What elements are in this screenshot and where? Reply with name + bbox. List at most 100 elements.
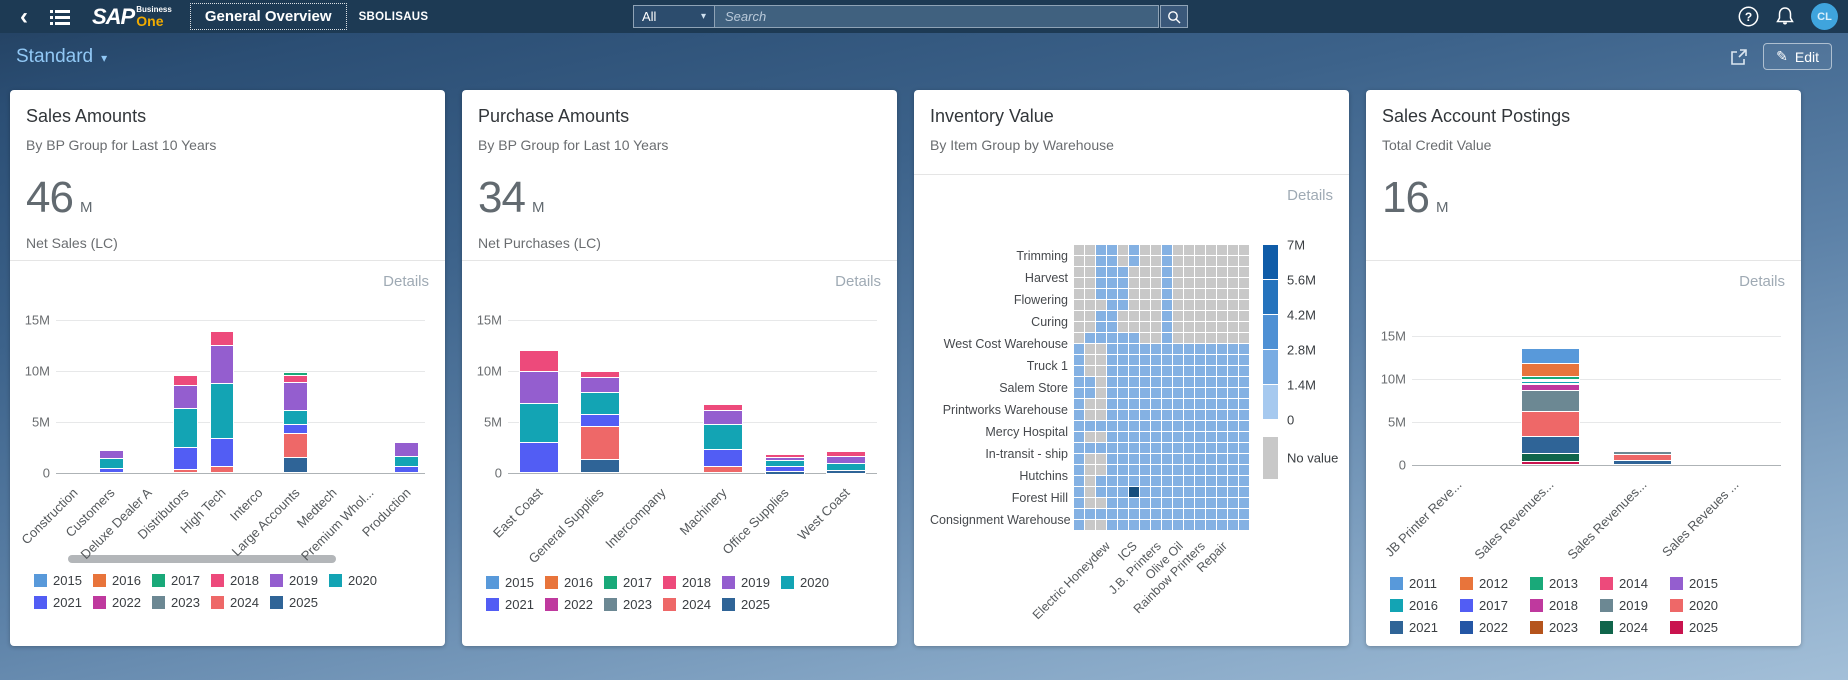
heatmap-cell[interactable] (1206, 520, 1216, 530)
legend-item[interactable]: 2012 (1460, 576, 1530, 591)
heatmap-cell[interactable] (1074, 443, 1084, 453)
heatmap-cell[interactable] (1162, 322, 1172, 332)
heatmap-cell[interactable] (1151, 344, 1161, 354)
heatmap-cell[interactable] (1173, 333, 1183, 343)
heatmap-cell[interactable] (1206, 289, 1216, 299)
heatmap-cell[interactable] (1217, 432, 1227, 442)
heatmap-cell[interactable] (1129, 311, 1139, 321)
legend-item[interactable]: 2024 (1600, 620, 1670, 635)
bar-segment[interactable] (284, 374, 307, 382)
heatmap-cell[interactable] (1239, 443, 1249, 453)
heatmap-cell[interactable] (1151, 366, 1161, 376)
heatmap-cell[interactable] (1239, 333, 1249, 343)
heatmap-cell[interactable] (1085, 498, 1095, 508)
heatmap-cell[interactable] (1195, 245, 1205, 255)
heatmap-cell[interactable] (1118, 311, 1128, 321)
heatmap-cell[interactable] (1107, 311, 1117, 321)
bar-segment[interactable] (581, 393, 619, 414)
heatmap-cell[interactable] (1173, 278, 1183, 288)
heatmap-cell[interactable] (1173, 454, 1183, 464)
heatmap-cell[interactable] (1173, 267, 1183, 277)
heatmap-cell[interactable] (1118, 278, 1128, 288)
heatmap-cell[interactable] (1195, 432, 1205, 442)
heatmap-cell[interactable] (1129, 421, 1139, 431)
heatmap-cell[interactable] (1173, 366, 1183, 376)
heatmap-cell[interactable] (1206, 465, 1216, 475)
heatmap-cell[interactable] (1140, 311, 1150, 321)
heatmap-cell[interactable] (1184, 300, 1194, 310)
heatmap-cell[interactable] (1206, 245, 1216, 255)
bar-segment[interactable] (211, 332, 234, 344)
heatmap-cell[interactable] (1195, 520, 1205, 530)
bar-segment[interactable] (100, 459, 123, 468)
bar-segment[interactable] (520, 351, 558, 371)
heatmap-cell[interactable] (1129, 256, 1139, 266)
heatmap-cell[interactable] (1184, 388, 1194, 398)
heatmap-cell[interactable] (1085, 311, 1095, 321)
heatmap-cell[interactable] (1096, 366, 1106, 376)
heatmap-cell[interactable] (1129, 520, 1139, 530)
legend-item[interactable]: 2025 (270, 595, 329, 610)
heatmap-cell[interactable] (1228, 421, 1238, 431)
bar-segment[interactable] (827, 452, 865, 456)
heatmap-cell[interactable] (1118, 355, 1128, 365)
heatmap-cell[interactable] (1085, 421, 1095, 431)
heatmap-cell[interactable] (1239, 300, 1249, 310)
heatmap-cell[interactable] (1195, 487, 1205, 497)
search-input[interactable] (715, 9, 1158, 24)
heatmap-cell[interactable] (1107, 410, 1117, 420)
heatmap-cell[interactable] (1206, 421, 1216, 431)
bar-segment[interactable] (581, 378, 619, 391)
heatmap-cell[interactable] (1074, 289, 1084, 299)
legend-item[interactable]: 2017 (1460, 598, 1530, 613)
heatmap-cell[interactable] (1096, 421, 1106, 431)
heatmap-cell[interactable] (1184, 245, 1194, 255)
heatmap-cell[interactable] (1129, 465, 1139, 475)
heatmap-cell[interactable] (1162, 421, 1172, 431)
heatmap-cell[interactable] (1140, 344, 1150, 354)
heatmap-cell[interactable] (1129, 487, 1139, 497)
heatmap-cell[interactable] (1217, 421, 1227, 431)
legend-item[interactable]: 2017 (152, 573, 211, 588)
legend-item[interactable]: 2023 (152, 595, 211, 610)
heatmap-cell[interactable] (1228, 443, 1238, 453)
heatmap-cell[interactable] (1173, 311, 1183, 321)
heatmap-cell[interactable] (1151, 487, 1161, 497)
heatmap-cell[interactable] (1228, 465, 1238, 475)
heatmap-cell[interactable] (1140, 388, 1150, 398)
heatmap-cell[interactable] (1129, 245, 1139, 255)
heatmap-cell[interactable] (1140, 476, 1150, 486)
heatmap-cell[interactable] (1085, 289, 1095, 299)
heatmap-cell[interactable] (1085, 245, 1095, 255)
legend-item[interactable]: 2019 (722, 575, 781, 590)
heatmap-cell[interactable] (1118, 465, 1128, 475)
heatmap-cell[interactable] (1239, 245, 1249, 255)
bar-segment[interactable] (1614, 452, 1671, 454)
heatmap-cell[interactable] (1096, 278, 1106, 288)
heatmap-cell[interactable] (1228, 256, 1238, 266)
legend-item[interactable]: 2022 (93, 595, 152, 610)
heatmap-cell[interactable] (1228, 289, 1238, 299)
heatmap-cell[interactable] (1184, 410, 1194, 420)
heatmap-cell[interactable] (1239, 322, 1249, 332)
heatmap-cell[interactable] (1217, 388, 1227, 398)
heatmap-cell[interactable] (1096, 520, 1106, 530)
bar-segment[interactable] (581, 427, 619, 459)
heatmap-cell[interactable] (1217, 256, 1227, 266)
edit-button[interactable]: ✎ Edit (1763, 43, 1832, 70)
legend-item[interactable]: 2018 (211, 573, 270, 588)
legend-item[interactable]: 2023 (1530, 620, 1600, 635)
avatar[interactable]: CL (1811, 3, 1838, 30)
heatmap-cell[interactable] (1151, 355, 1161, 365)
legend-item[interactable]: 2018 (1530, 598, 1600, 613)
heatmap-cell[interactable] (1085, 355, 1095, 365)
heatmap-cell[interactable] (1228, 311, 1238, 321)
back-icon[interactable]: ‹ (12, 7, 36, 27)
heatmap-cell[interactable] (1074, 432, 1084, 442)
bar-segment[interactable] (704, 450, 742, 467)
heatmap-cell[interactable] (1217, 476, 1227, 486)
heatmap-cell[interactable] (1107, 498, 1117, 508)
bar-segment[interactable] (581, 372, 619, 377)
legend-item[interactable]: 2018 (663, 575, 722, 590)
heatmap-cell[interactable] (1184, 267, 1194, 277)
